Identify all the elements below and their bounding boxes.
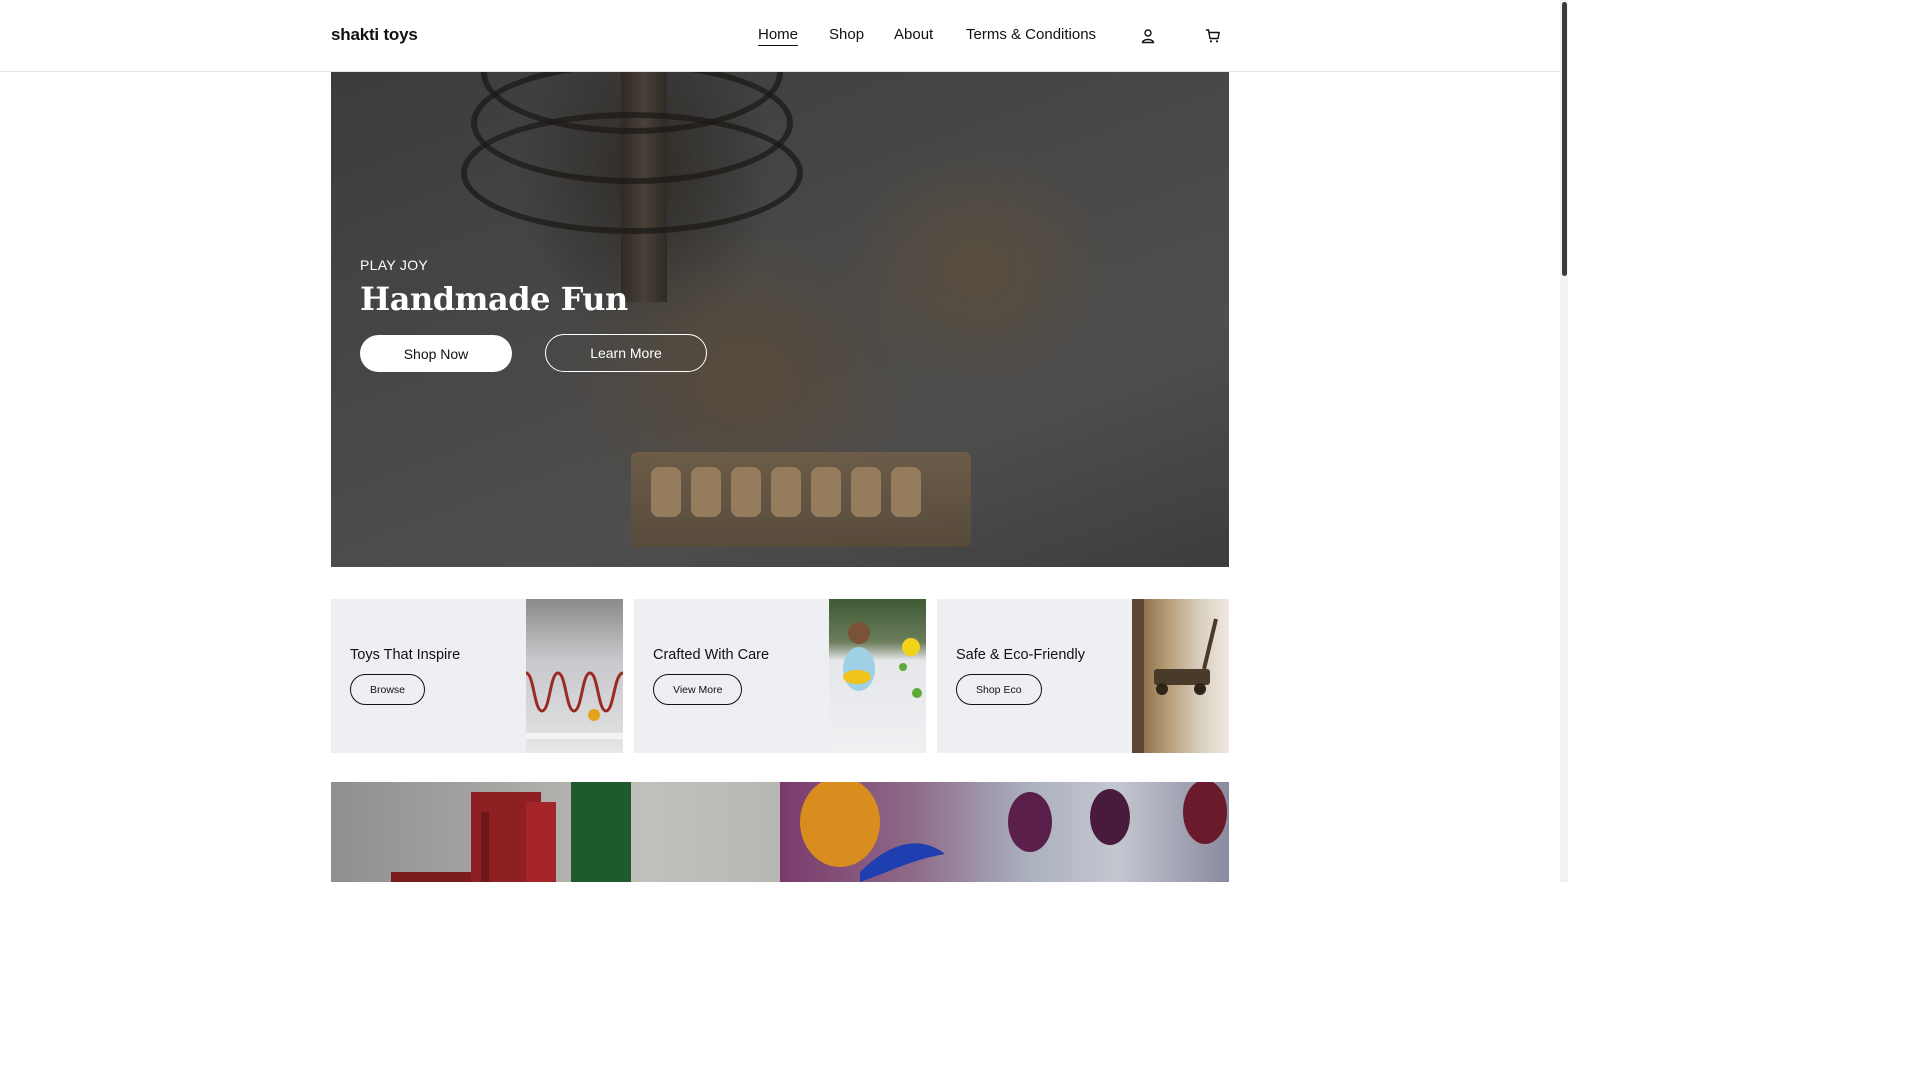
feature-card-eco: Safe & Eco-Friendly Shop Eco [937,599,1229,753]
feature-card-image [829,599,926,753]
view-more-button[interactable]: View More [653,674,743,705]
hero-eyebrow: PLAY JOY [360,257,429,273]
shop-eco-button[interactable]: Shop Eco [956,674,1042,705]
page-scrollbar[interactable] [1560,0,1568,882]
nav-shop[interactable]: Shop [829,26,864,43]
hero-overlay [331,72,1229,567]
nav-terms[interactable]: Terms & Conditions [966,26,1096,43]
feature-card-title: Toys That Inspire [350,647,461,663]
cart-button[interactable] [1202,25,1224,47]
promo-banner-left[interactable] [331,782,780,882]
feature-card-title: Safe & Eco-Friendly [956,647,1085,663]
cart-icon [1205,29,1220,43]
wooden-cart-illustration [1132,599,1218,753]
logo[interactable]: shakti toys [331,25,418,45]
site-header: shakti toys Home Shop About Terms & Cond… [0,0,1560,72]
wooden-blocks-illustration [391,782,631,882]
browse-button[interactable]: Browse [350,674,426,705]
wire-toy-illustration [525,671,623,739]
nav-about[interactable]: About [894,26,933,43]
shop-now-button[interactable]: Shop Now [360,335,512,372]
user-icon [1141,29,1155,44]
painted-figures-illustration [800,782,1227,882]
feature-card-image [525,599,623,753]
hero-title: Handmade Fun [360,280,628,318]
promo-banner-right[interactable] [780,782,1229,882]
hero-banner: PLAY JOY Handmade Fun Shop Now Learn Mor… [331,72,1229,567]
learn-more-button[interactable]: Learn More [545,334,707,372]
feature-card-title: Crafted With Care [653,647,770,663]
feature-card-image [1132,599,1229,753]
nav-home[interactable]: Home [758,26,799,46]
baby-play-illustration [843,622,922,698]
scrollbar-thumb[interactable] [1562,2,1567,276]
account-button[interactable] [1137,25,1159,47]
feature-card-crafted: Crafted With Care View More [634,599,926,753]
feature-card-inspire: Toys That Inspire Browse [331,599,623,753]
